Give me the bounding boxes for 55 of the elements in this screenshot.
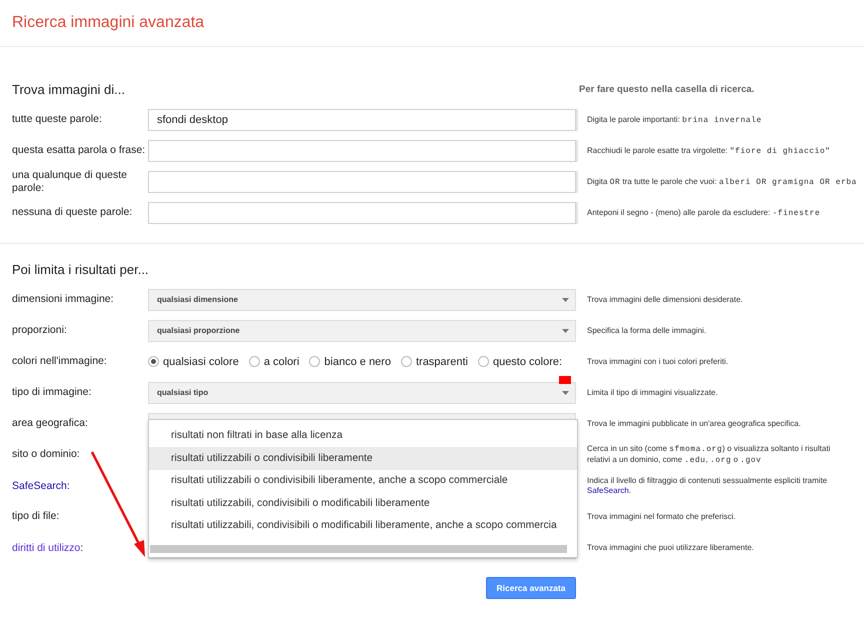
hint-text: Trova immagini nel formato che preferisci. xyxy=(587,512,737,522)
caret-icon xyxy=(562,390,569,394)
color-radio[interactable]: qualsiasi colore xyxy=(148,356,239,368)
section-heading: Poi limita i risultati per... xyxy=(12,262,149,276)
color-radio[interactable]: bianco e nero xyxy=(309,356,391,368)
label-link[interactable]: diritti di utilizzo xyxy=(12,542,80,554)
field-label: colori nell'immagine: xyxy=(12,355,107,368)
color-radio[interactable]: a colori xyxy=(248,356,300,368)
hint-text: Digita OR tra tutte le parole che vuoi: alberi OR gramigna OR erba xyxy=(576,170,864,192)
label-link[interactable]: SafeSearch xyxy=(12,480,67,492)
field-label: area geografica: xyxy=(12,417,88,430)
field-label: una qualunque di queste parole: xyxy=(12,168,128,194)
field-label: dimensioni immagine: xyxy=(12,293,114,306)
field-label: nessuna di queste parole: xyxy=(12,206,132,219)
hint-text: Racchiudi le parole esatte tra virgolette: "fiore di ghiaccio" xyxy=(576,140,864,162)
hint-text: Trova immagini delle dimensioni desiderate. xyxy=(587,294,744,304)
field-label: sito o dominio: xyxy=(12,448,80,461)
hint-text: Cerca in un sito (come sfmoma.org) o visualizza soltanto i risultati relativi a un dominio, come .edu, .org o .gov xyxy=(587,444,832,466)
hint-text: Specifica la forma delle immagini. xyxy=(587,326,708,336)
page-title: Ricerca immagini avanzata xyxy=(12,14,204,32)
field-label: tutte queste parole: xyxy=(12,113,102,126)
field-label: tipo di immagine: xyxy=(12,386,92,399)
field-label: proporzioni: xyxy=(12,324,67,337)
dropdown-option[interactable]: risultati non filtrati in base alla licenza xyxy=(149,424,577,447)
select-field[interactable]: qualsiasi proporzione xyxy=(148,320,576,342)
section-heading: Trova immagini di... xyxy=(12,82,125,96)
scrollbar[interactable] xyxy=(150,545,567,553)
caret-icon xyxy=(562,328,569,332)
hint-text: Trova immagini che puoi utilizzare liberamente. xyxy=(587,542,755,552)
color-radio[interactable]: trasparenti xyxy=(400,356,468,368)
dropdown-option[interactable]: risultati utilizzabili, condivisibili o modificabili liberamente, anche a scopo commercia xyxy=(149,514,577,537)
input-field[interactable] xyxy=(148,170,576,192)
hint-heading: Per fare questo nella casella di ricerca. xyxy=(579,84,754,94)
hint-text: Trova le immagini pubblicate in un'area geografica specifica. xyxy=(587,418,802,428)
color-swatch[interactable] xyxy=(559,376,571,384)
input-field[interactable] xyxy=(148,140,576,162)
input-field[interactable]: sfondi desktop xyxy=(148,108,576,130)
hint-text: Trova immagini con i tuoi colori preferiti. xyxy=(587,356,730,366)
dropdown-option[interactable]: risultati utilizzabili, condivisibili o modificabili liberamente xyxy=(149,492,577,514)
caret-icon xyxy=(562,298,569,302)
input-field[interactable] xyxy=(148,202,576,224)
label-colon: : xyxy=(66,480,70,492)
hint-text: Indica il livello di filtraggio di contenuti sessualmente espliciti tramite SafeSearch. xyxy=(587,476,828,496)
field-label: questa esatta parola o frase: xyxy=(12,144,146,157)
hint-text: Digita le parole importanti: brina invernale xyxy=(576,108,864,130)
color-radio[interactable]: questo colore: xyxy=(478,356,562,368)
select-field[interactable]: qualsiasi dimensione xyxy=(148,288,576,310)
dropdown-option[interactable]: risultati utilizzabili o condivisibili liberamente xyxy=(149,447,577,470)
hint-text: Anteponi il segno - (meno) alle parole da escludere: -finestre xyxy=(576,202,864,224)
safesearch-link[interactable]: SafeSearch xyxy=(587,486,629,494)
field-label: tipo di file: xyxy=(12,510,60,523)
hint-text: Limita il tipo di immagini visualizzate. xyxy=(587,388,719,398)
label-colon: : xyxy=(80,542,84,554)
select-field[interactable]: qualsiasi tipo xyxy=(148,382,576,404)
dropdown-option[interactable]: risultati utilizzabili o condivisibili liberamente, anche a scopo commerciale xyxy=(149,470,577,492)
